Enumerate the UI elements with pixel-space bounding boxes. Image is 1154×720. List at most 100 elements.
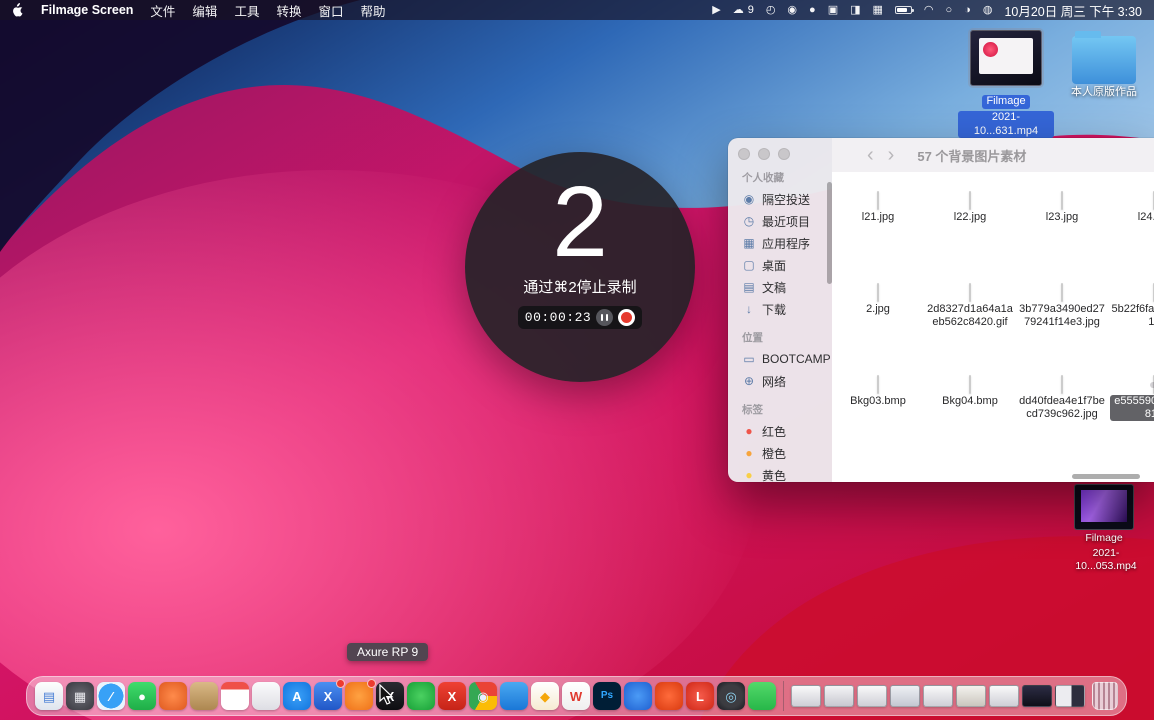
- dock-item-orange-red-app[interactable]: [655, 682, 683, 710]
- finder-window[interactable]: 个人收藏 ◉ 隔空投送 ◷ 最近项目 ▦ 应用程序 ▢ 桌面 ▤ 文稿 ↓ 下载…: [728, 138, 1154, 482]
- apple-menu-icon[interactable]: [12, 3, 24, 17]
- dock-item-launchpad[interactable]: ▦: [66, 682, 94, 710]
- file-item[interactable]: 2.jpg: [832, 283, 924, 376]
- file-thumbnail[interactable]: [877, 283, 879, 302]
- dock-item-sketch[interactable]: ◆: [531, 682, 559, 710]
- file-item[interactable]: l24.jpg: [1108, 191, 1154, 284]
- sidebar-item-tag-red[interactable]: ● 红色: [738, 420, 832, 442]
- file-item-selected[interactable]: e5555909b8d1581b: [1108, 375, 1154, 468]
- dock-minimized-window-dark[interactable]: [1022, 685, 1052, 707]
- dock-minimized-window[interactable]: [956, 685, 986, 707]
- dock-item-red-l-app[interactable]: L: [686, 682, 714, 710]
- dock-item-app-store[interactable]: A: [283, 682, 311, 710]
- dock-item-orange-circle-app[interactable]: [159, 682, 187, 710]
- dock-item-green-circle-app[interactable]: [407, 682, 435, 710]
- pause-recording-button[interactable]: [596, 309, 614, 326]
- menu-help[interactable]: 帮助: [360, 1, 385, 20]
- close-window-button[interactable]: [738, 148, 750, 160]
- desktop-icon-video-631[interactable]: Filmage 2021-10...631.mp4: [956, 28, 1056, 139]
- file-thumbnail[interactable]: [969, 191, 971, 210]
- active-app-name[interactable]: Filmage Screen: [41, 3, 133, 17]
- dock-minimized-window[interactable]: [923, 685, 953, 707]
- sidebar-item-downloads[interactable]: ↓ 下载: [738, 298, 832, 320]
- menu-convert[interactable]: 转换: [276, 1, 301, 20]
- dock-minimized-window[interactable]: [989, 685, 1019, 707]
- dock-minimized-window[interactable]: [857, 685, 887, 707]
- dock-item-wps-office[interactable]: W: [562, 682, 590, 710]
- file-item[interactable]: 2d8327d1a64a1aeb562c8420.gif: [924, 283, 1016, 376]
- dock-item-photoshop[interactable]: Ps: [593, 682, 621, 710]
- file-item[interactable]: 3b779a3490ed2779241f14e3.jpg: [1016, 283, 1108, 376]
- dock-item-calendar[interactable]: [221, 682, 249, 710]
- dock-minimized-window[interactable]: [824, 685, 854, 707]
- battery-icon[interactable]: [894, 6, 914, 14]
- dock-item-wechat[interactable]: ●: [128, 682, 156, 710]
- file-item[interactable]: l22.jpg: [924, 191, 1016, 284]
- car-icon[interactable]: ◨: [850, 4, 860, 16]
- control-center-icon[interactable]: ◑: [964, 4, 971, 16]
- menu-tools[interactable]: 工具: [234, 1, 259, 20]
- dock-item-blue-x-app[interactable]: X: [314, 679, 345, 710]
- dock-item-green-chat-app[interactable]: [748, 682, 776, 710]
- stop-recording-button[interactable]: [618, 309, 636, 326]
- video-file-thumbnail[interactable]: [968, 28, 1044, 88]
- menu-window[interactable]: 窗口: [318, 1, 343, 20]
- dock-item-notes-app[interactable]: ▤: [35, 682, 63, 710]
- file-thumbnail[interactable]: [1061, 283, 1063, 302]
- file-thumbnail[interactable]: [1061, 191, 1063, 210]
- dock-item-red-x-app[interactable]: X: [438, 682, 466, 710]
- screen-record-icon[interactable]: ◉: [787, 4, 797, 16]
- horizontal-scrollbar[interactable]: [1072, 474, 1140, 479]
- file-thumbnail[interactable]: [969, 375, 971, 394]
- dock-item-safari[interactable]: ∕: [97, 682, 125, 710]
- dock-item-orange-badge-app[interactable]: [345, 679, 376, 710]
- time-machine-icon[interactable]: ◴: [766, 4, 776, 16]
- cloud-sync-icon[interactable]: ☁: [733, 4, 744, 16]
- dock-item-tan-app[interactable]: [190, 682, 218, 710]
- file-item[interactable]: l21.jpg: [832, 191, 924, 284]
- siri-icon[interactable]: ◍: [983, 4, 993, 16]
- dock-item-blue-app[interactable]: [500, 682, 528, 710]
- back-button[interactable]: ‹: [860, 145, 881, 165]
- file-thumbnail[interactable]: [877, 191, 879, 210]
- sidebar-item-applications[interactable]: ▦ 应用程序: [738, 232, 832, 254]
- dock-item-dark-ring-app[interactable]: ◎: [717, 682, 745, 710]
- minimize-window-button[interactable]: [758, 148, 770, 160]
- menu-edit[interactable]: 编辑: [192, 1, 217, 20]
- dock-item-chrome[interactable]: ◉: [469, 682, 497, 710]
- sidebar-item-network[interactable]: ⊕ 网络: [738, 370, 832, 392]
- sidebar-item-bootcamp[interactable]: ▭ BOOTCAMP: [738, 348, 832, 370]
- sidebar-item-airdrop[interactable]: ◉ 隔空投送: [738, 188, 832, 210]
- file-item[interactable]: Bkg04.bmp: [924, 375, 1016, 468]
- zoom-window-button[interactable]: [778, 148, 790, 160]
- sidebar-item-tag-yellow[interactable]: ● 黄色: [738, 464, 832, 483]
- file-item[interactable]: dd40fdea4e1f7becd739c962.jpg: [1016, 375, 1108, 468]
- dock-minimized-window[interactable]: [791, 685, 821, 707]
- desktop-icon-video-053[interactable]: Filmage 2021-10...053.mp4: [1058, 484, 1150, 573]
- filmage-menu-icon[interactable]: ▶: [712, 4, 720, 16]
- sidebar-item-tag-orange[interactable]: ● 橙色: [738, 442, 832, 464]
- desktop-icon-folder[interactable]: 本人原版作品: [1058, 30, 1150, 100]
- dock-item-blue-round-app[interactable]: [624, 682, 652, 710]
- file-item[interactable]: 5b22f6fac20a9d311: [1108, 283, 1154, 376]
- file-thumbnail[interactable]: [1061, 375, 1063, 394]
- menubar-datetime[interactable]: 10月20日 周三 下午 3:30: [1004, 1, 1142, 20]
- spotlight-search-icon[interactable]: ○: [946, 4, 953, 16]
- sidebar-item-desktop[interactable]: ▢ 桌面: [738, 254, 832, 276]
- file-item[interactable]: Bkg03.bmp: [832, 375, 924, 468]
- dock-minimized-window-mixed[interactable]: [1055, 685, 1085, 707]
- box-drive-icon[interactable]: ▣: [828, 4, 838, 16]
- ink-drop-icon[interactable]: ●: [809, 4, 816, 16]
- dock-minimized-window[interactable]: [890, 685, 920, 707]
- file-thumbnail[interactable]: [969, 283, 971, 302]
- menu-file[interactable]: 文件: [150, 1, 175, 20]
- input-source-icon[interactable]: ▦: [873, 4, 883, 16]
- forward-button[interactable]: ›: [881, 145, 902, 165]
- file-thumbnail[interactable]: [877, 375, 879, 394]
- sidebar-item-recents[interactable]: ◷ 最近项目: [738, 210, 832, 232]
- dock-trash-icon[interactable]: [1092, 682, 1118, 710]
- file-item[interactable]: l23.jpg: [1016, 191, 1108, 284]
- sidebar-item-documents[interactable]: ▤ 文稿: [738, 276, 832, 298]
- wifi-icon[interactable]: ◠: [924, 4, 934, 16]
- dock-item-white-app[interactable]: [252, 682, 280, 710]
